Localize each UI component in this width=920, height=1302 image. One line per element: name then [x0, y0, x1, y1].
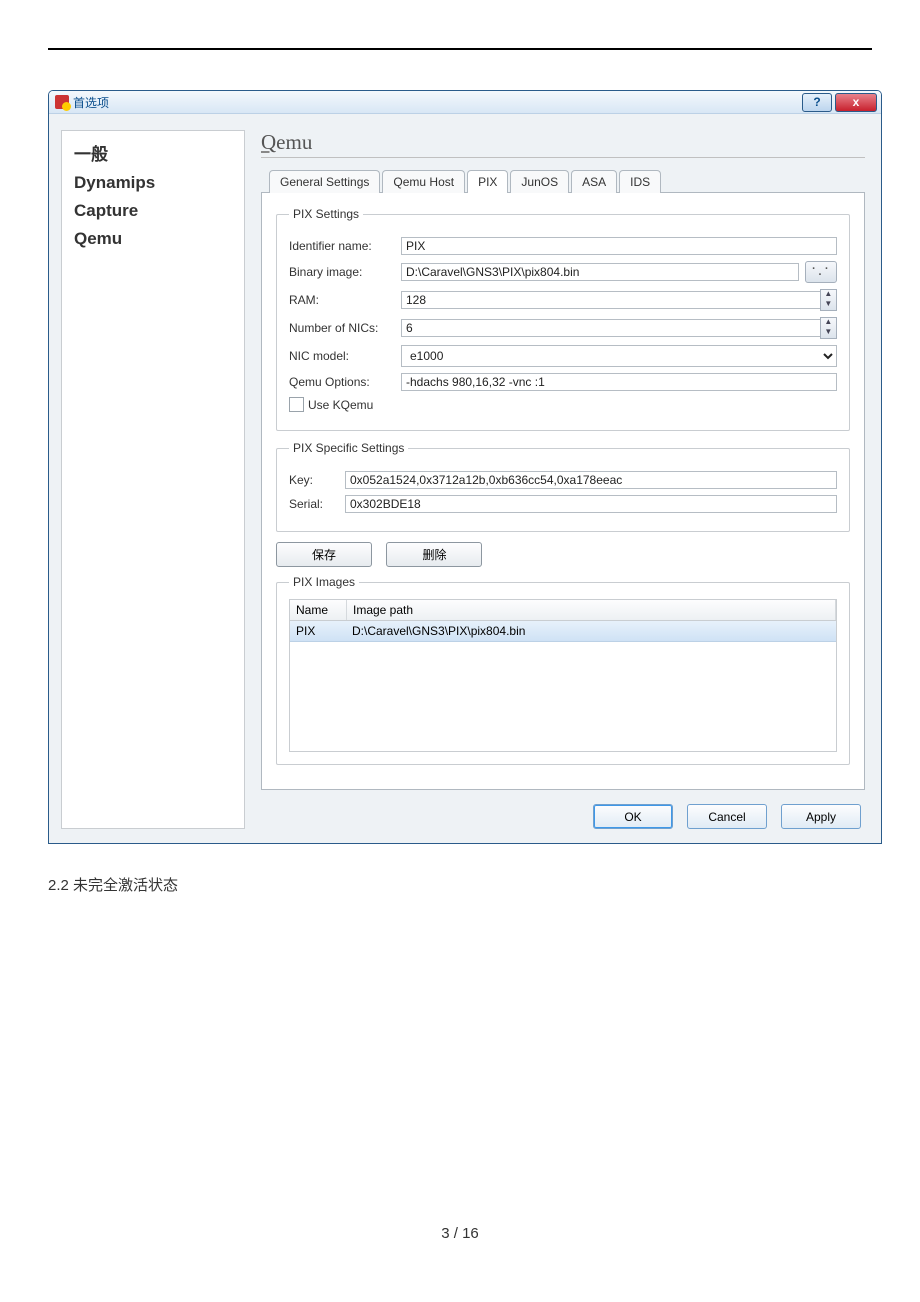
close-button[interactable]: x [835, 93, 877, 112]
pix-images-group: PIX Images Name Image path PIX D:\Carave… [276, 575, 850, 765]
dialog-button-bar: OK Cancel Apply [261, 790, 865, 829]
col-path-header[interactable]: Image path [347, 600, 836, 620]
tab-asa[interactable]: ASA [571, 170, 617, 193]
window-title: 首选项 [73, 94, 109, 111]
panel-heading: Qemu [261, 130, 865, 158]
cancel-button[interactable]: Cancel [687, 804, 767, 829]
identifier-name-field[interactable] [401, 237, 837, 255]
binary-image-field[interactable] [401, 263, 799, 281]
images-table[interactable]: PIX D:\Caravel\GNS3\PIX\pix804.bin [289, 621, 837, 752]
tab-body: PIX Settings Identifier name: Binary ima… [261, 192, 865, 790]
section-caption: 2.2 未完全激活状态 [48, 874, 872, 895]
num-nics-label: Number of NICs: [289, 321, 401, 335]
row-name: PIX [290, 621, 346, 641]
ram-label: RAM: [289, 293, 401, 307]
row-path: D:\Caravel\GNS3\PIX\pix804.bin [346, 621, 836, 641]
save-button[interactable]: 保存 [276, 542, 372, 567]
nic-model-select[interactable]: e1000 [401, 345, 837, 367]
category-sidebar: 一般 Dynamips Capture Qemu [61, 130, 245, 829]
apply-button[interactable]: Apply [781, 804, 861, 829]
identifier-name-label: Identifier name: [289, 239, 401, 253]
sidebar-item-general[interactable]: 一般 [74, 141, 232, 169]
sidebar-item-dynamips[interactable]: Dynamips [74, 169, 232, 197]
nic-model-label: NIC model: [289, 349, 401, 363]
serial-label: Serial: [289, 497, 345, 511]
help-button[interactable]: ? [802, 93, 832, 112]
tab-junos[interactable]: JunOS [510, 170, 569, 193]
pix-specific-group: PIX Specific Settings Key: Serial: [276, 441, 850, 532]
num-nics-field[interactable] [401, 319, 820, 337]
qemu-options-field[interactable] [401, 373, 837, 391]
tab-qemu-host[interactable]: Qemu Host [382, 170, 465, 193]
pix-settings-group: PIX Settings Identifier name: Binary ima… [276, 207, 850, 431]
app-icon [55, 95, 69, 109]
table-row[interactable]: PIX D:\Caravel\GNS3\PIX\pix804.bin [290, 621, 836, 642]
browse-button[interactable]: . . . [805, 261, 837, 283]
use-kqemu-label: Use KQemu [308, 398, 373, 412]
main-panel: Qemu General Settings Qemu Host PIX JunO… [261, 130, 865, 829]
sidebar-item-qemu[interactable]: Qemu [74, 225, 232, 253]
tab-pix[interactable]: PIX [467, 170, 508, 193]
tab-general-settings[interactable]: General Settings [269, 170, 380, 193]
preferences-window: 首选项 ? x 一般 Dynamips Capture Qemu Qemu Ge [48, 90, 882, 844]
titlebar: 首选项 ? x [49, 91, 881, 114]
tab-ids[interactable]: IDS [619, 170, 661, 193]
serial-field[interactable] [345, 495, 837, 513]
qemu-options-label: Qemu Options: [289, 375, 401, 389]
sidebar-item-capture[interactable]: Capture [74, 197, 232, 225]
images-table-header: Name Image path [289, 599, 837, 621]
pix-images-legend: PIX Images [289, 575, 359, 589]
key-label: Key: [289, 473, 345, 487]
use-kqemu-checkbox[interactable] [289, 397, 304, 412]
ram-stepper[interactable]: ▲▼ [820, 289, 837, 311]
key-field[interactable] [345, 471, 837, 489]
num-nics-stepper[interactable]: ▲▼ [820, 317, 837, 339]
delete-button[interactable]: 删除 [386, 542, 482, 567]
ok-button[interactable]: OK [593, 804, 673, 829]
page-number: 3 / 16 [0, 1225, 920, 1242]
pix-settings-legend: PIX Settings [289, 207, 363, 221]
binary-image-label: Binary image: [289, 265, 401, 279]
col-name-header[interactable]: Name [290, 600, 347, 620]
ram-field[interactable] [401, 291, 820, 309]
tab-bar: General Settings Qemu Host PIX JunOS ASA… [269, 170, 865, 193]
pix-specific-legend: PIX Specific Settings [289, 441, 408, 455]
